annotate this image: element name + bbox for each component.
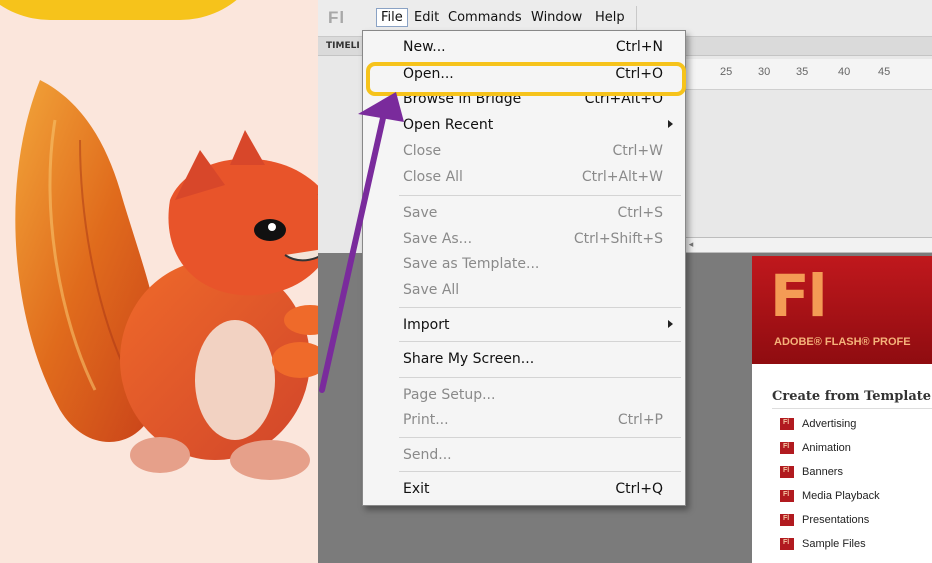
template-link[interactable]: Advertising bbox=[780, 418, 856, 431]
timeline-tab[interactable]: TIMELI bbox=[326, 41, 360, 51]
menu-item-save[interactable]: Save Ctrl+S bbox=[363, 201, 685, 227]
divider bbox=[772, 408, 932, 409]
menu-item-share-my-screen[interactable]: Share My Screen... bbox=[363, 347, 685, 373]
flash-file-icon bbox=[780, 490, 794, 503]
menu-item-new[interactable]: New... Ctrl+N bbox=[363, 35, 685, 61]
welcome-screen: Fl ADOBE® FLASH® PROFE Create from Templ… bbox=[752, 256, 932, 563]
ruler-tick: 30 bbox=[758, 66, 771, 78]
frame-ruler[interactable]: 25 30 35 40 45 bbox=[678, 59, 932, 90]
menu-item-close-all[interactable]: Close All Ctrl+Alt+W bbox=[363, 165, 685, 191]
menu-item-open-recent[interactable]: Open Recent bbox=[363, 113, 685, 139]
flash-file-icon bbox=[780, 538, 794, 551]
menu-separator bbox=[636, 6, 637, 30]
menu-separator bbox=[399, 437, 681, 438]
flash-file-icon bbox=[780, 466, 794, 479]
template-link[interactable]: Presentations bbox=[780, 514, 869, 527]
welcome-brand-text: ADOBE® FLASH® PROFE bbox=[774, 336, 911, 348]
template-link[interactable]: Banners bbox=[780, 466, 843, 479]
menu-item-send[interactable]: Send... bbox=[363, 443, 685, 469]
welcome-flash-logo: Fl bbox=[770, 262, 827, 330]
template-link[interactable]: Sample Files bbox=[780, 538, 866, 551]
submenu-arrow-icon bbox=[668, 320, 673, 328]
menu-help[interactable]: Help bbox=[595, 10, 625, 25]
menu-item-print[interactable]: Print... Ctrl+P bbox=[363, 408, 685, 434]
menu-separator bbox=[399, 195, 681, 196]
menu-item-page-setup[interactable]: Page Setup... bbox=[363, 383, 685, 409]
ruler-tick: 45 bbox=[878, 66, 891, 78]
menu-separator bbox=[399, 377, 681, 378]
flash-file-icon bbox=[780, 442, 794, 455]
flash-logo: Fl bbox=[328, 8, 346, 27]
file-menu-dropdown: New... Ctrl+N Open... Ctrl+O Browse in Bri… bbox=[362, 30, 686, 506]
ruler-tick: 35 bbox=[796, 66, 809, 78]
menu-separator bbox=[399, 471, 681, 472]
menu-separator bbox=[399, 307, 681, 308]
menu-item-save-as[interactable]: Save As... Ctrl+Shift+S bbox=[363, 227, 685, 253]
welcome-header: Fl ADOBE® FLASH® PROFE bbox=[752, 256, 932, 364]
menu-item-save-as-template[interactable]: Save as Template... bbox=[363, 252, 685, 278]
flash-file-icon bbox=[780, 418, 794, 431]
menu-commands[interactable]: Commands bbox=[448, 10, 522, 25]
flash-file-icon bbox=[780, 514, 794, 527]
create-from-template-heading: Create from Template bbox=[772, 389, 932, 404]
menu-item-import[interactable]: Import bbox=[363, 313, 685, 339]
ruler-tick: 25 bbox=[720, 66, 733, 78]
ruler-tick: 40 bbox=[838, 66, 851, 78]
menu-separator bbox=[399, 341, 681, 342]
submenu-arrow-icon bbox=[668, 120, 673, 128]
decorative-yellow-banner bbox=[0, 0, 270, 20]
menu-file[interactable]: File bbox=[376, 8, 408, 27]
template-link[interactable]: Media Playback bbox=[780, 490, 880, 503]
template-link[interactable]: Animation bbox=[780, 442, 851, 455]
menu-edit[interactable]: Edit bbox=[414, 10, 439, 25]
menu-item-exit[interactable]: Exit Ctrl+Q bbox=[363, 477, 685, 503]
open-item-highlight-box bbox=[366, 62, 686, 96]
menu-window[interactable]: Window bbox=[531, 10, 582, 25]
scroll-left-icon[interactable]: ◂ bbox=[684, 237, 698, 251]
menu-item-save-all[interactable]: Save All bbox=[363, 278, 685, 304]
menu-item-close[interactable]: Close Ctrl+W bbox=[363, 139, 685, 165]
timeline-scrollbar[interactable] bbox=[684, 237, 932, 253]
